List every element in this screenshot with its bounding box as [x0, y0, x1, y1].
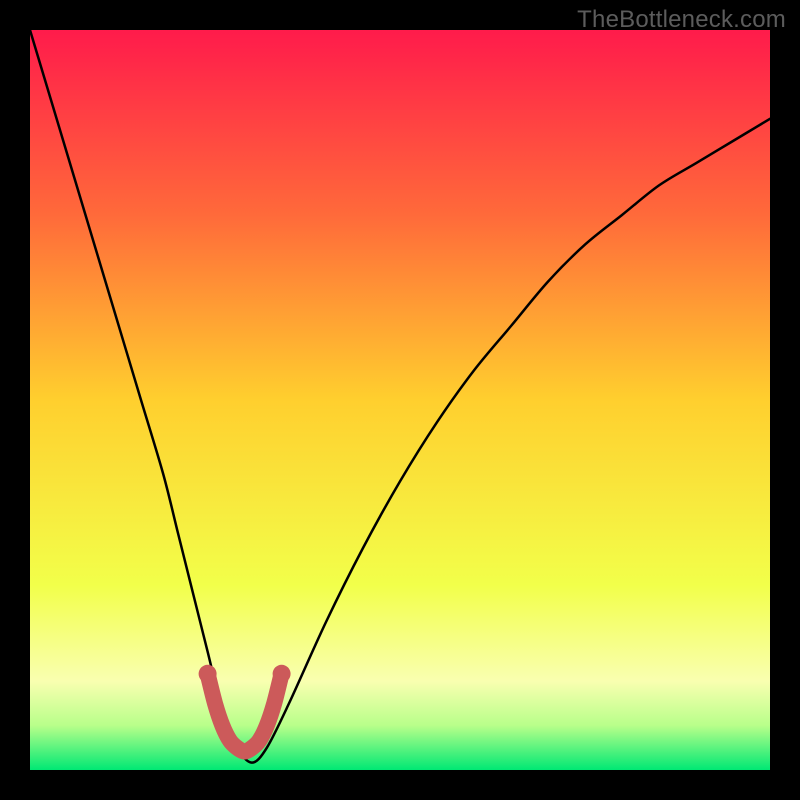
chart-container: TheBottleneck.com [0, 0, 800, 800]
bottleneck-curve [30, 30, 770, 763]
optimal-band-points [199, 665, 291, 683]
watermark: TheBottleneck.com [577, 6, 786, 34]
curve-layer [30, 30, 770, 770]
plot-area [30, 30, 770, 770]
